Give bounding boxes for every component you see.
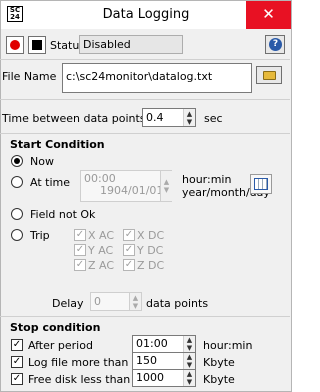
divider — [0, 316, 290, 317]
start-condition-title: Start Condition — [10, 138, 105, 151]
trip-z-ac-label: Z AC — [88, 259, 115, 272]
divider — [0, 133, 290, 134]
trip-z-dc-label: Z DC — [137, 259, 165, 272]
trip-z-ac-checkbox[interactable]: ✓ — [74, 259, 86, 271]
radio-now[interactable] — [11, 155, 23, 167]
trip-z-dc-checkbox[interactable]: ✓ — [123, 259, 135, 271]
log-file-spinner[interactable]: ▲ ▼ — [183, 353, 195, 369]
radio-field-not-ok-label: Field not Ok — [30, 208, 96, 221]
browse-button[interactable] — [256, 66, 282, 84]
file-name-input[interactable]: c:\sc24monitor\datalog.txt — [62, 63, 252, 93]
calendar-button[interactable] — [250, 174, 272, 194]
trip-y-ac-label: Y AC — [88, 244, 114, 257]
trip-x-dc-label: X DC — [137, 229, 165, 242]
delay-unit: data points — [146, 297, 209, 310]
interval-label: Time between data points — [2, 112, 146, 125]
trip-y-dc-label: Y DC — [137, 244, 164, 257]
free-disk-checkbox[interactable]: ✓ — [11, 373, 23, 385]
time-unit-label: hour:min — [182, 173, 232, 186]
record-icon — [10, 40, 20, 50]
stop-recording-button[interactable] — [28, 36, 46, 54]
close-button[interactable]: ✕ — [246, 1, 291, 29]
calendar-icon — [254, 178, 268, 190]
radio-field-not-ok[interactable] — [11, 208, 23, 220]
free-disk-spinner[interactable]: ▲ ▼ — [183, 370, 195, 386]
trip-y-ac-checkbox[interactable]: ✓ — [74, 244, 86, 256]
file-name-label: File Name — [2, 70, 57, 83]
start-date-value: 1904/01/01 — [100, 184, 164, 197]
help-button[interactable]: ? — [265, 35, 285, 54]
trip-x-ac-checkbox[interactable]: ✓ — [74, 229, 86, 241]
interval-spinner[interactable]: ▲ ▼ — [183, 109, 195, 126]
free-disk-unit: Kbyte — [203, 373, 235, 386]
radio-at-time[interactable] — [11, 176, 23, 188]
delay-label: Delay — [52, 297, 84, 310]
help-icon: ? — [269, 38, 282, 51]
radio-at-time-label: At time — [30, 176, 70, 189]
trip-x-dc-checkbox[interactable]: ✓ — [123, 229, 135, 241]
trip-y-dc-checkbox[interactable]: ✓ — [123, 244, 135, 256]
after-period-label: After period — [28, 339, 93, 352]
stop-icon — [32, 40, 42, 50]
start-datetime-input[interactable]: 00:00 1904/01/01 — [80, 170, 172, 202]
log-file-checkbox[interactable]: ✓ — [11, 356, 23, 368]
trip-x-ac-label: X AC — [88, 229, 115, 242]
folder-icon — [263, 71, 276, 80]
status-field: Disabled — [79, 35, 183, 54]
radio-trip-label: Trip — [30, 229, 50, 242]
interval-unit: sec — [204, 112, 223, 125]
radio-now-label: Now — [30, 155, 54, 168]
divider — [0, 99, 290, 100]
delay-spinner[interactable]: ▲ ▼ — [129, 293, 141, 310]
after-period-spinner[interactable]: ▲ ▼ — [183, 336, 195, 352]
log-file-unit: Kbyte — [203, 356, 235, 369]
stop-condition-title: Stop condition — [10, 321, 101, 334]
free-disk-label: Free disk less than — [28, 373, 131, 386]
divider — [0, 59, 290, 60]
radio-trip[interactable] — [11, 229, 23, 241]
start-recording-button[interactable] — [6, 36, 24, 54]
title-bar: SC 24 Data Logging ✕ — [1, 1, 291, 29]
log-file-label: Log file more than — [28, 356, 129, 369]
after-period-unit: hour:min — [203, 339, 253, 352]
start-datetime-spinner[interactable]: ▲ ▼ — [160, 171, 172, 201]
after-period-checkbox[interactable]: ✓ — [11, 339, 23, 351]
